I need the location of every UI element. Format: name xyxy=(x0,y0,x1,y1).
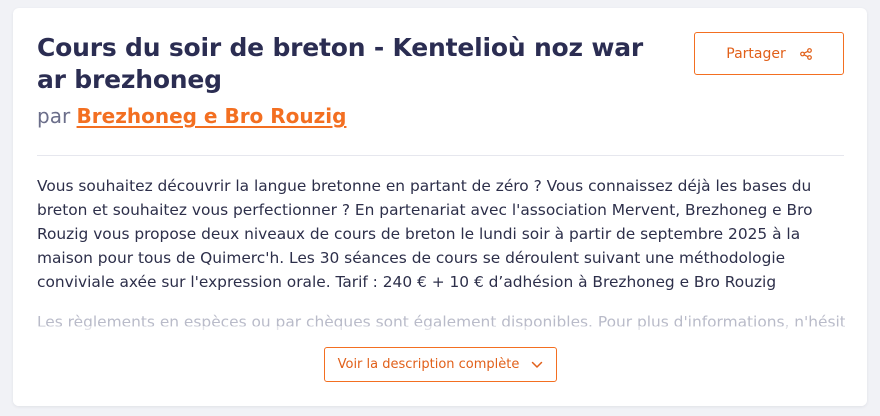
event-card: Cours du soir de breton - Kentelioù noz … xyxy=(13,8,867,406)
divider xyxy=(37,155,844,156)
share-label: Partager xyxy=(726,45,786,62)
share-button[interactable]: Partager xyxy=(694,32,844,75)
organizer-link[interactable]: Brezhoneg e Bro Rouzig xyxy=(77,104,347,128)
show-full-description-button[interactable]: Voir la description complète xyxy=(324,347,557,382)
show-full-description-label: Voir la description complète xyxy=(337,357,520,372)
organizer-byline: par Brezhoneg e Bro Rouzig xyxy=(37,103,346,129)
by-prefix: par xyxy=(37,104,71,128)
description-text: Vous souhaitez découvrir la langue breto… xyxy=(37,177,813,291)
share-icon xyxy=(799,47,812,60)
event-title: Cours du soir de breton - Kentelioù noz … xyxy=(37,33,644,94)
chevron-down-icon xyxy=(531,361,543,369)
